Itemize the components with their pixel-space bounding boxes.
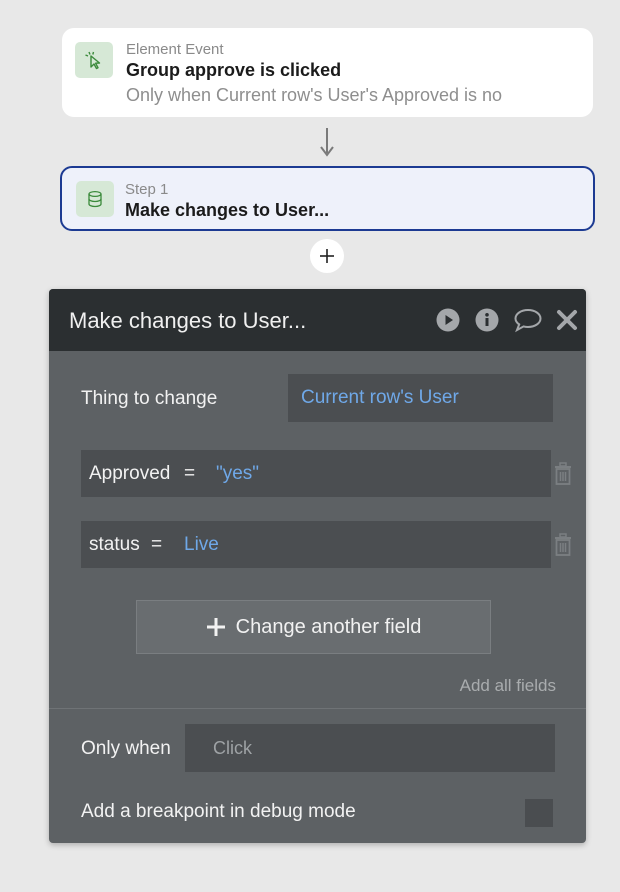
field-row-status[interactable]: status = Live [81,521,551,568]
action-properties-panel: Make changes to User... Thing to change … [49,289,586,843]
field-value[interactable]: Live [184,534,219,556]
panel-title: Make changes to User... [69,308,307,333]
step-title: Make changes to User... [125,200,330,220]
plus-icon [320,249,334,263]
thing-to-change-input[interactable]: Current row's User [288,374,553,422]
field-equals: = [184,463,196,484]
add-step-button[interactable] [310,239,344,273]
divider [49,708,586,709]
only-when-placeholder: Click [213,738,252,758]
field-equals: = [151,534,163,555]
thing-to-change-value: Current row's User [301,387,459,408]
close-icon[interactable] [554,307,580,333]
cursor-click-icon [75,42,113,78]
trash-icon[interactable] [553,533,573,557]
thing-to-change-label: Thing to change [81,388,218,409]
comment-icon[interactable] [513,307,543,333]
play-icon[interactable] [435,307,461,333]
database-icon [76,181,114,217]
only-when-input[interactable]: Click [185,724,555,772]
trash-icon[interactable] [553,462,573,486]
change-another-field-label: Change another field [235,615,422,638]
field-row-approved[interactable]: Approved = "yes" [81,450,551,497]
event-kicker: Element Event [126,41,224,58]
field-value[interactable]: "yes" [216,463,259,485]
step-card[interactable]: Step 1 Make changes to User... [60,166,595,231]
plus-icon [206,618,225,636]
breakpoint-label: Add a breakpoint in debug mode [81,801,356,822]
only-when-label: Only when [81,738,171,759]
event-condition: Only when Current row's User's Approved … [126,85,503,105]
step-kicker: Step 1 [125,181,169,198]
add-all-fields-link[interactable]: Add all fields [460,676,556,696]
field-key: Approved [89,463,171,484]
info-icon[interactable] [474,307,500,333]
breakpoint-checkbox[interactable] [525,799,553,827]
event-title: Group approve is clicked [126,60,342,80]
panel-header: Make changes to User... [49,289,586,351]
event-card[interactable]: Element Event Group approve is clicked O… [62,28,593,117]
field-key: status [89,534,140,555]
change-another-field-button[interactable]: Change another field [136,600,491,654]
arrow-down-icon [320,128,334,157]
